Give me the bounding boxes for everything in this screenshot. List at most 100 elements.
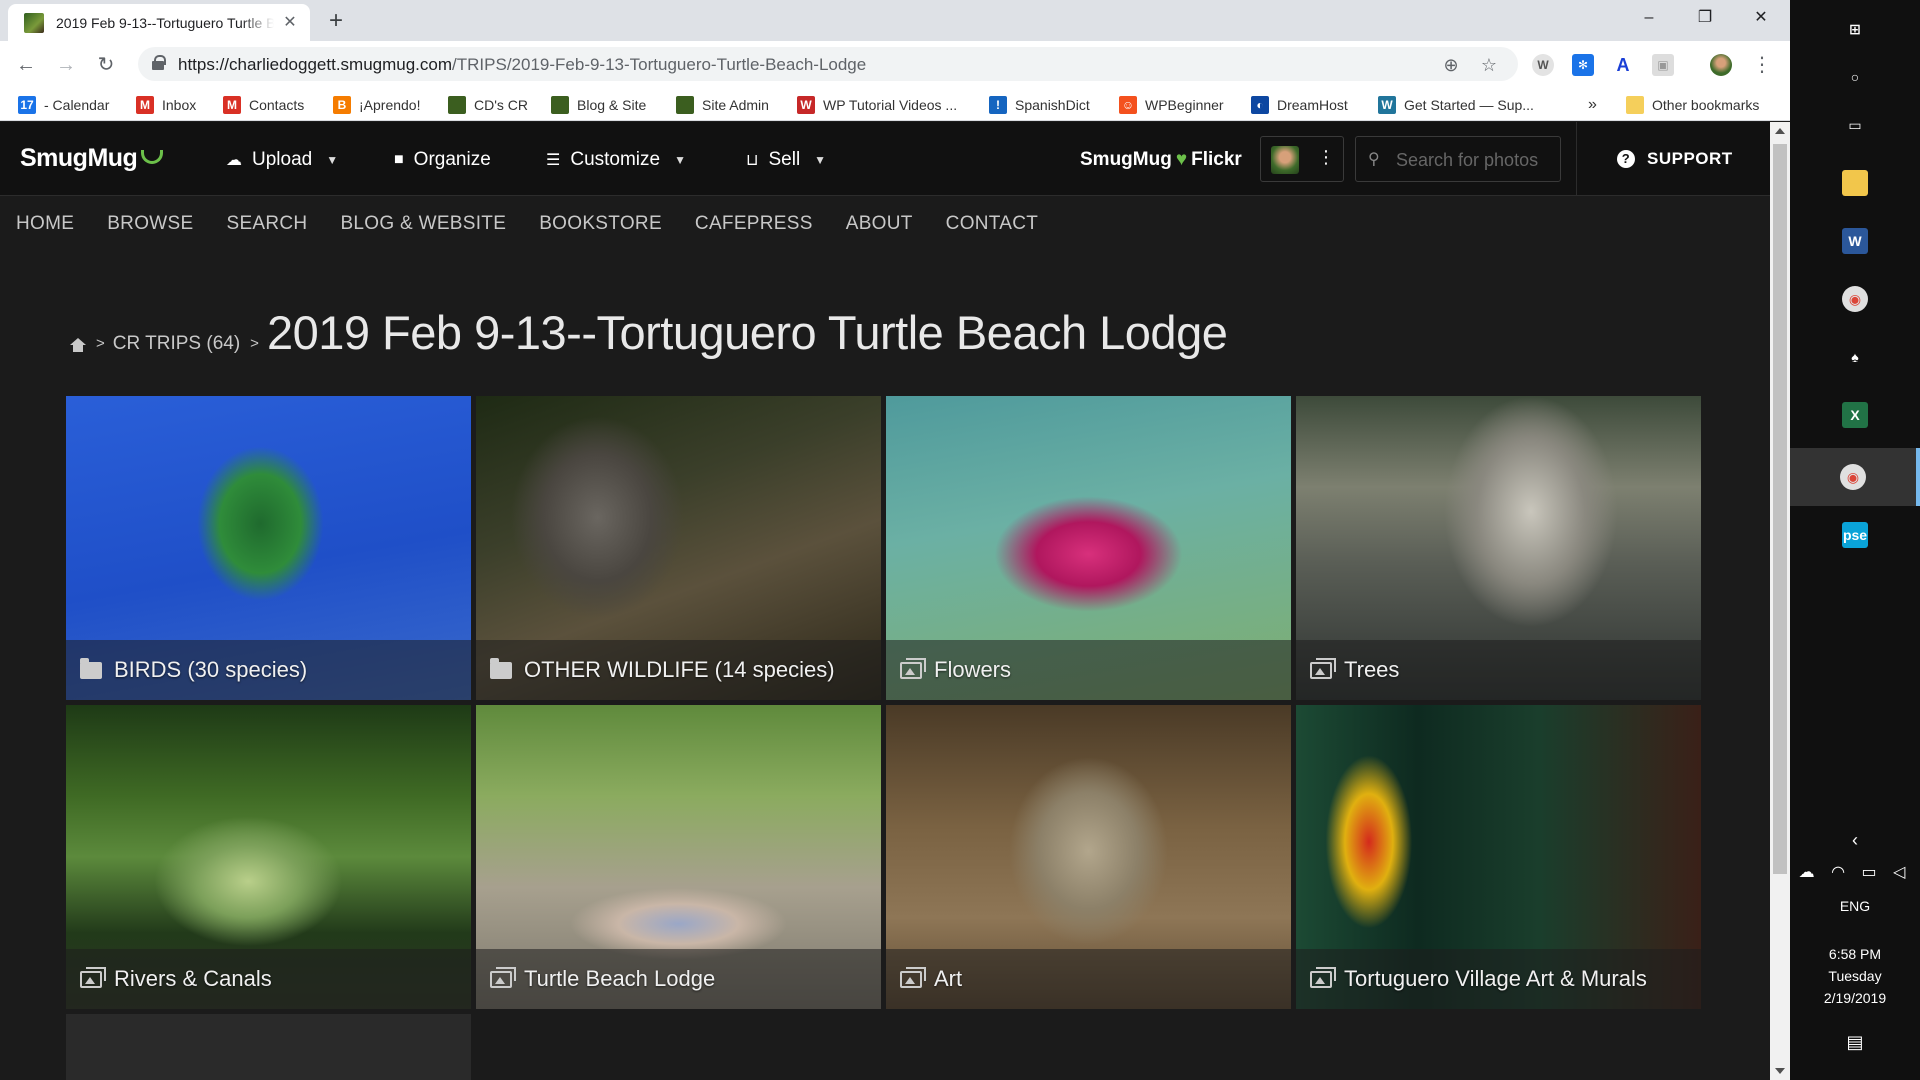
extension-a-icon[interactable]: A bbox=[1612, 54, 1634, 76]
breadcrumb-separator: > bbox=[250, 335, 259, 352]
gallery-icon bbox=[1310, 657, 1336, 679]
bookmark-label: SpanishDict bbox=[1015, 97, 1090, 113]
bookmarks-bar: 17 - Calendar M Inbox M Contacts B ¡Aprendo! CD'… bbox=[0, 89, 1790, 121]
extension-w-icon[interactable]: W bbox=[1532, 54, 1554, 76]
taskbar-button[interactable]: ♠ bbox=[1790, 328, 1920, 386]
bookmark-item[interactable]: CD's CR bbox=[448, 95, 528, 115]
home-icon[interactable] bbox=[70, 338, 86, 352]
browser-tab[interactable]: 2019 Feb 9-13--Tortuguero Turtle Beach L… bbox=[8, 4, 310, 41]
tile-caption: Turtle Beach Lodge bbox=[476, 949, 881, 1009]
taskbar-button[interactable]: X bbox=[1790, 386, 1920, 444]
account-menu[interactable]: ⋮ bbox=[1260, 136, 1344, 182]
tile-caption: Flowers bbox=[886, 640, 1291, 700]
nav-link-blog-website[interactable]: BLOG & WEBSITE bbox=[340, 197, 506, 247]
sliders-icon: ☰ bbox=[546, 152, 561, 169]
gallery-icon bbox=[490, 966, 516, 988]
nav-link-contact[interactable]: CONTACT bbox=[946, 197, 1039, 247]
gallery-tile[interactable]: Rivers & Canals bbox=[66, 705, 471, 1009]
action-center-icon[interactable]: ▤ bbox=[1790, 1032, 1920, 1053]
word-icon: W bbox=[1842, 228, 1868, 254]
chrome-menu-icon[interactable]: ⋮ bbox=[1748, 51, 1776, 79]
clock-time[interactable]: 6:58 PM bbox=[1790, 946, 1920, 962]
gallery-tile[interactable]: OTHER WILDLIFE (14 species) bbox=[476, 396, 881, 700]
address-bar[interactable]: https://charliedoggett.smugmug.com/TRIPS… bbox=[138, 47, 1518, 81]
bookmark-label: ¡Aprendo! bbox=[359, 97, 421, 113]
bookmarks-overflow-icon[interactable]: » bbox=[1588, 95, 1597, 115]
other-bookmarks[interactable]: Other bookmarks bbox=[1626, 95, 1759, 115]
bookmark-item[interactable]: M Inbox bbox=[136, 95, 196, 115]
nav-link-bookstore[interactable]: BOOKSTORE bbox=[539, 197, 662, 247]
support-button[interactable]: ? SUPPORT bbox=[1576, 122, 1770, 196]
smugmug-logo[interactable]: SmugMug bbox=[20, 144, 164, 173]
upload-menu[interactable]: ☁ Upload ▼ bbox=[226, 146, 338, 174]
browser-window: 2019 Feb 9-13--Tortuguero Turtle Beach L… bbox=[0, 0, 1790, 1080]
back-arrow-icon[interactable]: ← bbox=[12, 51, 40, 79]
file-explorer-icon: ▬ bbox=[1842, 170, 1868, 196]
bookmark-item[interactable]: 17 - Calendar bbox=[18, 95, 109, 115]
nav-link-cafepress[interactable]: CAFEPRESS bbox=[695, 197, 813, 247]
close-tab-icon[interactable]: ✕ bbox=[280, 13, 300, 33]
reload-icon[interactable]: ↻ bbox=[92, 51, 120, 79]
scroll-up-icon[interactable] bbox=[1775, 128, 1785, 134]
gallery-tile[interactable]: BIRDS (30 species) bbox=[66, 396, 471, 700]
bookmark-item[interactable]: W WP Tutorial Videos ... bbox=[797, 95, 957, 115]
nav-link-search[interactable]: SEARCH bbox=[226, 197, 307, 247]
taskbar-button[interactable]: pse bbox=[1790, 506, 1920, 564]
page-scrollbar[interactable] bbox=[1770, 122, 1790, 1080]
gallery-tile[interactable]: Trees bbox=[1296, 396, 1701, 700]
tile-caption: Trees bbox=[1296, 640, 1701, 700]
bookmark-item[interactable]: M Contacts bbox=[223, 95, 304, 115]
taskbar-button[interactable]: W bbox=[1790, 212, 1920, 270]
language-indicator[interactable]: ENG bbox=[1790, 898, 1920, 914]
scroll-thumb[interactable] bbox=[1773, 144, 1787, 874]
extension-grey-icon[interactable]: ▣ bbox=[1652, 54, 1674, 76]
gallery-icon bbox=[1310, 966, 1336, 988]
chrome-icon: ◉ bbox=[1842, 286, 1868, 312]
taskbar-button[interactable]: ▬ bbox=[1790, 154, 1920, 212]
page-title: 2019 Feb 9-13--Tortuguero Turtle Beach L… bbox=[266, 306, 1228, 359]
bookmark-label: CD's CR bbox=[474, 97, 529, 113]
bookmark-item[interactable]: ☺ WPBeginner bbox=[1119, 95, 1224, 115]
tile-caption: Tortuguero Village Art & Murals bbox=[1296, 949, 1701, 1009]
taskbar-button[interactable]: ◉ bbox=[1790, 448, 1920, 506]
profile-avatar[interactable] bbox=[1710, 54, 1732, 76]
bookmark-item[interactable]: ! SpanishDict bbox=[989, 95, 1090, 115]
customize-menu[interactable]: ☰ Customize ▼ bbox=[546, 146, 686, 174]
close-window-button[interactable]: ✕ bbox=[1738, 0, 1784, 36]
search-box[interactable]: ⚲ Search for photos bbox=[1355, 136, 1561, 182]
minimize-button[interactable]: – bbox=[1626, 0, 1672, 36]
bookmark-item[interactable]: Blog & Site bbox=[551, 95, 646, 115]
breadcrumb: > CR TRIPS (64) > 2019 Feb 9-13--Tortugu… bbox=[70, 306, 1228, 360]
new-tab-button[interactable]: + bbox=[322, 8, 350, 36]
nav-link-home[interactable]: HOME bbox=[16, 197, 74, 247]
nav-link-browse[interactable]: BROWSE bbox=[107, 197, 193, 247]
nav-link-about[interactable]: ABOUT bbox=[846, 197, 913, 247]
extension-snowflake-icon[interactable]: ✻ bbox=[1572, 54, 1594, 76]
smugmug-flickr-link[interactable]: SmugMug ♥ Flickr bbox=[1080, 149, 1242, 171]
scroll-down-icon[interactable] bbox=[1775, 1068, 1785, 1074]
gallery-tile[interactable]: Turtle Beach Lodge bbox=[476, 705, 881, 1009]
system-tray-icons[interactable]: ☁ ◠ ▭ ◁ bbox=[1790, 862, 1920, 882]
gallery-tile[interactable]: Flowers bbox=[886, 396, 1291, 700]
bookmark-star-icon[interactable]: ☆ bbox=[1478, 54, 1500, 76]
taskbar-button[interactable]: ◉ bbox=[1790, 270, 1920, 328]
show-hidden-icons[interactable]: ‹ bbox=[1790, 830, 1920, 851]
tile-label: Rivers & Canals bbox=[114, 966, 272, 991]
taskbar-button[interactable]: ▭ bbox=[1790, 96, 1920, 154]
zoom-icon[interactable]: ⊕ bbox=[1440, 54, 1462, 76]
restore-button[interactable]: ❐ bbox=[1682, 0, 1728, 36]
forward-arrow-icon[interactable]: → bbox=[52, 51, 80, 79]
bookmark-item[interactable]: ◐ DreamHost bbox=[1251, 95, 1348, 115]
video-icon: W bbox=[797, 96, 815, 114]
gallery-tile[interactable]: Tortuguero Village Art & Murals bbox=[1296, 705, 1701, 1009]
search-input[interactable]: Search for photos bbox=[1396, 150, 1538, 171]
tile-label: Art bbox=[934, 966, 963, 991]
tile-label: Trees bbox=[1344, 657, 1400, 682]
bookmark-item[interactable]: Site Admin bbox=[676, 95, 769, 115]
bookmark-item[interactable]: B ¡Aprendo! bbox=[333, 95, 420, 115]
breadcrumb-parent-link[interactable]: CR TRIPS (64) bbox=[113, 333, 240, 355]
gallery-tile[interactable]: Art bbox=[886, 705, 1291, 1009]
sell-menu[interactable]: ⊔ Sell ▼ bbox=[746, 146, 826, 174]
organize-menu[interactable]: ■ Organize bbox=[394, 146, 491, 174]
bookmark-item[interactable]: W Get Started — Sup... bbox=[1378, 95, 1534, 115]
